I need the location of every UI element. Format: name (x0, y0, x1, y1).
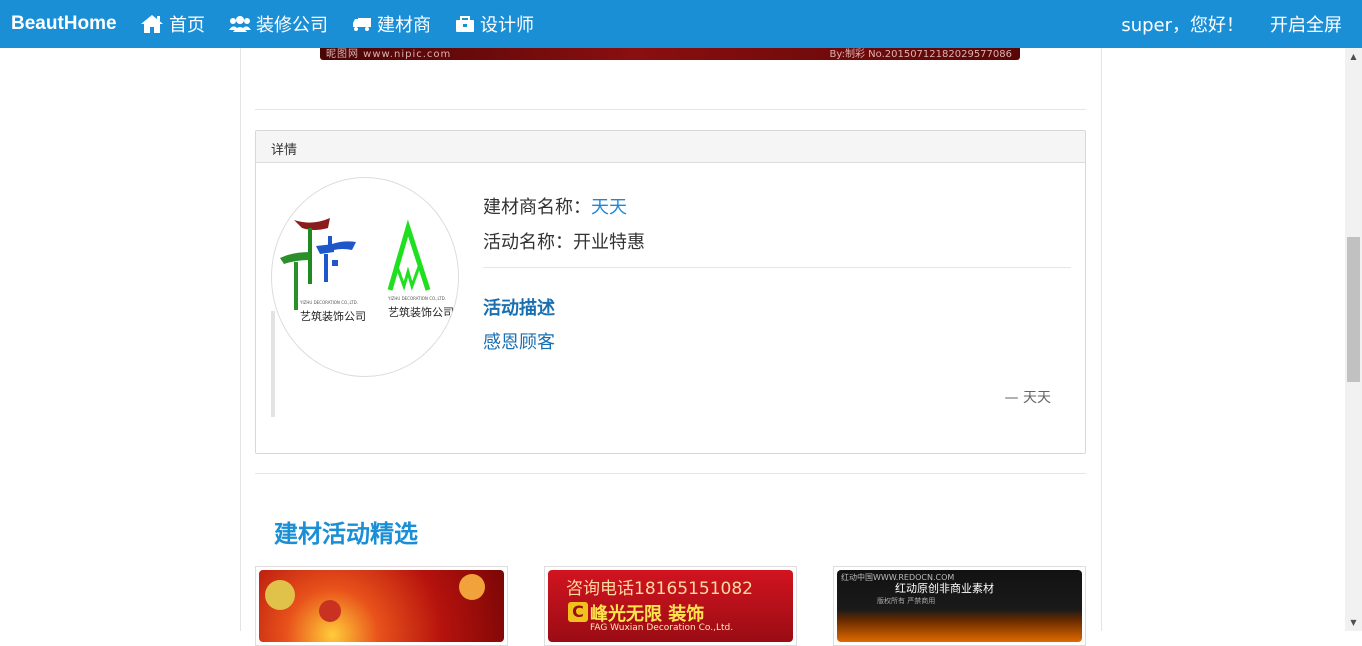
banner-watermark-left: 昵图网 www.nipic.com (326, 49, 452, 60)
panel-heading: 详情 (256, 131, 1085, 163)
users-icon (229, 16, 251, 32)
divider (255, 473, 1086, 474)
activity-card[interactable]: 咨询电话18165151082 C 峰光无限 装饰 FAG Wuxian Dec… (544, 566, 797, 646)
activity-name: 开业特惠 (573, 232, 645, 253)
nav-item-label: 首页 (169, 15, 205, 36)
nav-item-label: 建材商 (377, 15, 431, 36)
nav-item-label: 设计师 (480, 15, 534, 36)
description-text: 感恩顾客 (483, 332, 555, 353)
merchant-name-link[interactable]: 天天 (591, 197, 627, 218)
home-icon (141, 15, 163, 33)
activity-row: 活动名称：开业特惠 (483, 228, 1071, 263)
description-title: 活动描述 (483, 298, 555, 319)
nav-item-companies[interactable]: 装修公司 (229, 11, 328, 37)
brand-logo[interactable]: BeautHome (0, 13, 140, 35)
scrollbar-thumb[interactable] (1347, 237, 1360, 382)
card-phone-text: 咨询电话18165151082 (566, 579, 753, 599)
company-logo-graphic: YIZHU DECORATION CO.,LTD. 艺筑装饰公司 YIZHU D… (280, 218, 454, 323)
nav-item-label: 装修公司 (256, 15, 328, 36)
balloon-shape (265, 580, 295, 610)
activity-card-image (259, 570, 504, 642)
briefcase-icon (456, 15, 474, 32)
info-divider (483, 267, 1071, 268)
logo-english-right: YIZHU DECORATION CO.,LTD. (387, 296, 446, 301)
user-greeting[interactable]: super，您好！ (1121, 11, 1244, 37)
merchant-logo: YIZHU DECORATION CO.,LTD. 艺筑装饰公司 YIZHU D… (271, 177, 459, 377)
card-title-text: 红动原创非商业素材 (895, 582, 994, 595)
merchant-label: 建材商名称： (483, 197, 591, 218)
truck-icon (353, 18, 371, 31)
balloon-shape (319, 600, 341, 622)
nav-item-designers[interactable]: 设计师 (455, 11, 534, 37)
vertical-scrollbar[interactable]: ▲ ▼ (1345, 48, 1362, 631)
activity-banner-image: 昵图网 www.nipic.com By:制彩 No.2015071218202… (320, 48, 1020, 60)
quote-source: — 天天 (1004, 390, 1051, 406)
activity-label: 活动名称： (483, 232, 573, 253)
activity-card[interactable] (255, 566, 508, 646)
top-navbar: BeautHome 首页 装修公司 建材商 设计师 super，您好！ 开启全屏 (0, 0, 1362, 48)
logo-company-left: 艺筑装饰公司 (300, 309, 366, 323)
logo-english-left: YIZHU DECORATION CO.,LTD. (299, 300, 358, 305)
showcase-title: 建材活动精选 (274, 520, 418, 548)
nav-right: super，您好！ 开启全屏 (1121, 0, 1342, 48)
details-panel: 详情 YIZHU DECORATION CO.,LTD. 艺筑装饰公司 YIZH… (255, 130, 1086, 454)
scroll-down-arrow-icon[interactable]: ▼ (1345, 614, 1362, 631)
banner-watermark-right: By:制彩 No.20150712182029577086 (829, 49, 1012, 60)
card-brand-mark: C (568, 602, 588, 622)
card-sub-text: 版权所有 严禁商用 (877, 597, 936, 605)
merchant-row: 建材商名称：天天 (483, 193, 1071, 228)
thumbnail-edge (271, 311, 275, 417)
activity-card-image: 红动中国WWW.REDOCN.COM 红动原创非商业素材 版权所有 严禁商用 (837, 570, 1082, 642)
scroll-up-arrow-icon[interactable]: ▲ (1345, 48, 1362, 65)
activity-card[interactable]: 红动中国WWW.REDOCN.COM 红动原创非商业素材 版权所有 严禁商用 (833, 566, 1086, 646)
nav-item-suppliers[interactable]: 建材商 (352, 11, 431, 37)
card-brand-english: FAG Wuxian Decoration Co.,Ltd. (590, 623, 734, 633)
lantern-shape (459, 574, 485, 600)
fullscreen-toggle[interactable]: 开启全屏 (1270, 11, 1342, 37)
activity-card-image: 咨询电话18165151082 C 峰光无限 装饰 FAG Wuxian Dec… (548, 570, 793, 642)
nav-item-home[interactable]: 首页 (140, 11, 205, 37)
activity-info: 建材商名称：天天 活动名称：开业特惠 活动描述 感恩顾客 (483, 193, 1071, 360)
divider (255, 109, 1086, 110)
logo-company-right: 艺筑装饰公司 (388, 305, 454, 319)
